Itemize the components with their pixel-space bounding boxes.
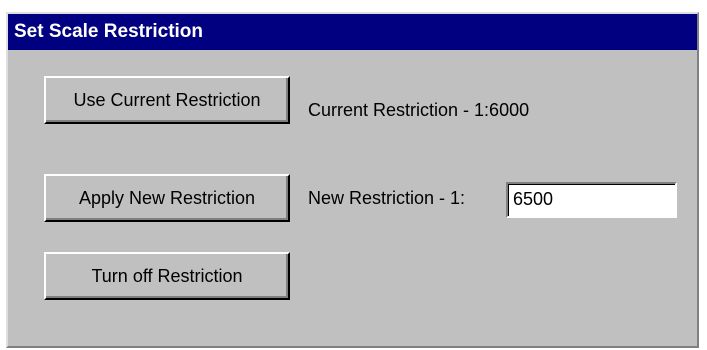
new-restriction-label: New Restriction - 1:	[308, 188, 466, 208]
new-restriction-input[interactable]: 6500	[506, 182, 677, 218]
new-restriction-input-value: 6500	[513, 189, 554, 209]
apply-new-restriction-button[interactable]: Apply New Restriction	[44, 174, 290, 222]
use-current-restriction-button[interactable]: Use Current Restriction	[44, 76, 290, 124]
turn-off-restriction-button[interactable]: Turn off Restriction	[44, 252, 290, 300]
dialog-title: Set Scale Restriction	[8, 14, 697, 50]
scale-restriction-dialog: Set Scale Restriction Use Current Restri…	[6, 12, 699, 348]
current-restriction-label: Current Restriction - 1:6000	[308, 100, 530, 120]
